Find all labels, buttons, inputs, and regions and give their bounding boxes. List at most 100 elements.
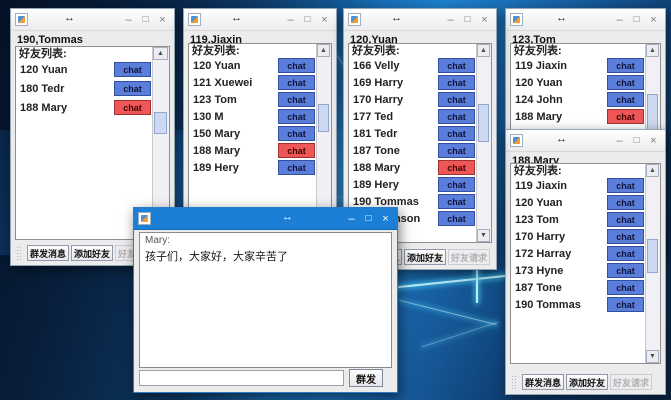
friend-row: 120 Yuan chat bbox=[511, 74, 645, 91]
minimize-button[interactable]: – bbox=[611, 130, 628, 152]
chat-button[interactable]: chat bbox=[607, 229, 644, 244]
friend-request-button[interactable]: 好友请求 bbox=[610, 374, 652, 390]
titlebar[interactable]: ↔ – □ × bbox=[11, 9, 174, 31]
friend-row: 189 Hery chat bbox=[189, 159, 316, 176]
friend-name: 170 Harry bbox=[515, 231, 565, 243]
chat-button[interactable]: chat bbox=[278, 75, 315, 90]
scrollbar-thumb[interactable] bbox=[478, 104, 489, 142]
chat-button[interactable]: chat bbox=[438, 211, 475, 226]
scroll-up-icon[interactable]: ▲ bbox=[153, 47, 168, 60]
chat-button[interactable]: chat bbox=[438, 143, 475, 158]
toolbar-grip[interactable] bbox=[511, 375, 518, 390]
chat-button[interactable]: chat bbox=[438, 75, 475, 90]
add-friend-button[interactable]: 添加好友 bbox=[566, 374, 608, 390]
chat-button[interactable]: chat bbox=[278, 160, 315, 175]
friend-name: 190 Tommas bbox=[515, 299, 581, 311]
java-app-icon bbox=[15, 13, 28, 26]
friend-name: 130 M bbox=[193, 111, 224, 123]
scrollbar[interactable]: ▲ ▼ bbox=[645, 164, 660, 363]
minimize-button[interactable]: – bbox=[343, 208, 360, 230]
titlebar[interactable]: ↔ – □ × bbox=[506, 130, 665, 152]
chat-button-unread[interactable]: chat bbox=[607, 109, 644, 124]
scrollbar-thumb[interactable] bbox=[154, 112, 167, 134]
close-button[interactable]: × bbox=[476, 9, 493, 31]
scroll-up-icon[interactable]: ▲ bbox=[477, 44, 490, 57]
scrollbar-thumb[interactable] bbox=[318, 104, 329, 132]
maximize-button[interactable]: □ bbox=[628, 130, 645, 152]
chat-button[interactable]: chat bbox=[438, 109, 475, 124]
friend-row: 150 Mary chat bbox=[189, 125, 316, 142]
chat-button-unread[interactable]: chat bbox=[438, 160, 475, 175]
message-history-area[interactable]: Mary: 孩子们，大家好，大家辛苦了 bbox=[139, 232, 392, 368]
minimize-button[interactable]: – bbox=[442, 9, 459, 31]
close-button[interactable]: × bbox=[645, 130, 662, 152]
chat-button[interactable]: chat bbox=[607, 58, 644, 73]
friend-name: 187 Tone bbox=[353, 145, 400, 157]
titlebar[interactable]: ↔ – □ × bbox=[184, 9, 336, 31]
window-188-mary: ↔ – □ × 188,Mary 好友列表: 119 Jiaxin chat 1… bbox=[505, 129, 666, 395]
chat-button[interactable]: chat bbox=[278, 126, 315, 141]
chat-button[interactable]: chat bbox=[114, 81, 151, 96]
friend-list-header: 好友列表: bbox=[16, 47, 169, 60]
friend-row: 188 Mary chat bbox=[16, 98, 152, 117]
add-friend-button[interactable]: 添加好友 bbox=[404, 249, 446, 265]
scroll-up-icon[interactable]: ▲ bbox=[317, 44, 330, 57]
titlebar[interactable]: ↔ – □ × bbox=[134, 208, 397, 230]
chat-button[interactable]: chat bbox=[607, 92, 644, 107]
chat-button[interactable]: chat bbox=[438, 194, 475, 209]
chat-button[interactable]: chat bbox=[438, 92, 475, 107]
chat-button[interactable]: chat bbox=[278, 58, 315, 73]
chat-button[interactable]: chat bbox=[607, 75, 644, 90]
maximize-button[interactable]: □ bbox=[628, 9, 645, 31]
chat-button[interactable]: chat bbox=[607, 178, 644, 193]
friend-row: 173 Hyne chat bbox=[511, 262, 645, 279]
titlebar[interactable]: ↔ – □ × bbox=[506, 9, 665, 31]
maximize-button[interactable]: □ bbox=[299, 9, 316, 31]
chat-button[interactable]: chat bbox=[278, 92, 315, 107]
close-button[interactable]: × bbox=[154, 9, 171, 31]
toolbar-grip[interactable] bbox=[16, 246, 23, 261]
scrollbar-thumb[interactable] bbox=[647, 94, 658, 134]
chat-button[interactable]: chat bbox=[607, 195, 644, 210]
close-button[interactable]: × bbox=[645, 9, 662, 31]
minimize-button[interactable]: – bbox=[282, 9, 299, 31]
friend-row: 188 Mary chat bbox=[349, 159, 476, 176]
scrollbar[interactable]: ▲ ▼ bbox=[316, 44, 331, 230]
maximize-button[interactable]: □ bbox=[137, 9, 154, 31]
chat-button[interactable]: chat bbox=[607, 263, 644, 278]
chat-button[interactable]: chat bbox=[278, 109, 315, 124]
scrollbar-thumb[interactable] bbox=[647, 239, 658, 273]
group-send-button[interactable]: 群发 bbox=[349, 369, 383, 387]
chat-button[interactable]: chat bbox=[438, 126, 475, 141]
group-message-button[interactable]: 群发消息 bbox=[522, 374, 564, 390]
scroll-down-icon[interactable]: ▼ bbox=[646, 350, 659, 363]
close-button[interactable]: × bbox=[377, 208, 394, 230]
maximize-button[interactable]: □ bbox=[459, 9, 476, 31]
chat-button[interactable]: chat bbox=[114, 62, 151, 77]
titlebar[interactable]: ↔ – □ × bbox=[344, 9, 496, 31]
scroll-up-icon[interactable]: ▲ bbox=[646, 164, 659, 177]
friend-row: 166 Velly chat bbox=[349, 57, 476, 74]
friend-request-button[interactable]: 好友请求 bbox=[448, 249, 490, 265]
chat-button[interactable]: chat bbox=[607, 246, 644, 261]
friend-list-header: 好友列表: bbox=[189, 44, 331, 57]
friend-name: 123 Tom bbox=[193, 94, 237, 106]
add-friend-button[interactable]: 添加好友 bbox=[71, 245, 113, 261]
chat-button-unread[interactable]: chat bbox=[278, 143, 315, 158]
scroll-up-icon[interactable]: ▲ bbox=[646, 44, 659, 57]
scroll-down-icon[interactable]: ▼ bbox=[477, 229, 490, 242]
scrollbar[interactable]: ▲ ▼ bbox=[476, 44, 491, 242]
message-input[interactable] bbox=[139, 370, 344, 386]
chat-button[interactable]: chat bbox=[607, 297, 644, 312]
chat-button-unread[interactable]: chat bbox=[114, 100, 151, 115]
chat-button[interactable]: chat bbox=[438, 177, 475, 192]
minimize-button[interactable]: – bbox=[120, 9, 137, 31]
close-button[interactable]: × bbox=[316, 9, 333, 31]
friend-row: 170 Harry chat bbox=[511, 228, 645, 245]
group-message-button[interactable]: 群发消息 bbox=[27, 245, 69, 261]
chat-button[interactable]: chat bbox=[607, 212, 644, 227]
chat-button[interactable]: chat bbox=[438, 58, 475, 73]
maximize-button[interactable]: □ bbox=[360, 208, 377, 230]
minimize-button[interactable]: – bbox=[611, 9, 628, 31]
chat-button[interactable]: chat bbox=[607, 280, 644, 295]
